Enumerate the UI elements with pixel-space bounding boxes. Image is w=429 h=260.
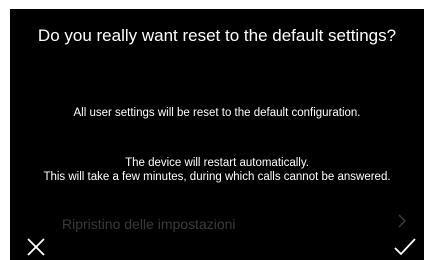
chevron-right-icon xyxy=(397,214,407,228)
dialog-message: All user settings will be reset to the d… xyxy=(73,107,361,119)
dialog-title: Do you really want reset to the default … xyxy=(37,26,397,45)
close-icon xyxy=(18,238,54,256)
confirm-button[interactable] xyxy=(387,230,423,260)
warning-line: The device will restart automatically. xyxy=(125,157,309,169)
dialog-warning: The device will restart automatically. T… xyxy=(10,156,424,184)
background-menu-item: Ripristino delle impostazioni xyxy=(10,210,424,236)
reset-confirmation-screen: Ripristino delle impostazioni Do you rea… xyxy=(10,9,424,260)
background-menu-item-label: Ripristino delle impostazioni xyxy=(62,216,236,232)
checkmark-icon xyxy=(387,238,423,256)
warning-line: This will take a few minutes, during whi… xyxy=(43,171,391,183)
cancel-button[interactable] xyxy=(18,230,54,260)
